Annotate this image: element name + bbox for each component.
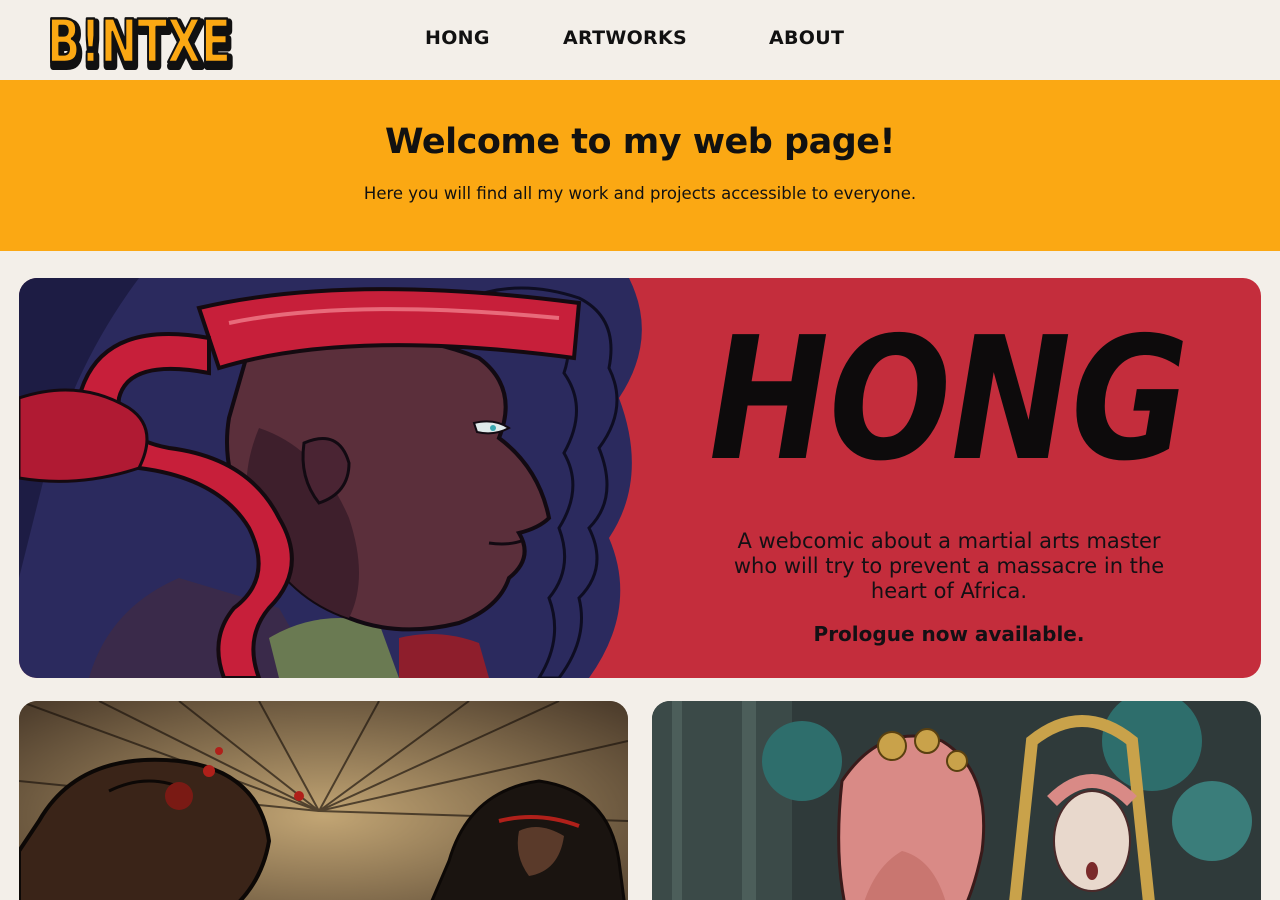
- welcome-banner: Welcome to my web page! Here you will fi…: [0, 80, 1280, 251]
- hero-cta-text: Prologue now available.: [813, 622, 1085, 646]
- welcome-title: Welcome to my web page!: [385, 122, 895, 162]
- nav-link-about[interactable]: ABOUT: [769, 27, 844, 49]
- site-header: B!NTXE B!NTXE HONG ARTWORKS ABOUT: [0, 0, 1280, 80]
- fantasy-artwork-illustration: [652, 701, 1261, 900]
- hong-wordmark-icon: HONG: [709, 308, 1189, 488]
- svg-text:HONG: HONG: [709, 308, 1189, 488]
- nav-link-hong[interactable]: HONG: [425, 27, 490, 49]
- comic-fight-illustration: [19, 701, 628, 900]
- hero-description: A webcomic about a martial arts master w…: [733, 529, 1165, 603]
- main-nav: HONG ARTWORKS ABOUT: [0, 0, 1280, 80]
- hero-text-block: A webcomic about a martial arts master w…: [719, 529, 1179, 646]
- welcome-subtitle: Here you will find all my work and proje…: [363, 184, 917, 203]
- nav-link-artworks[interactable]: ARTWORKS: [563, 27, 687, 49]
- hong-character-illustration: [19, 278, 642, 678]
- artwork-card[interactable]: [652, 701, 1261, 900]
- comic-panel-card[interactable]: [19, 701, 628, 900]
- hong-feature-card[interactable]: HONG A webcomic about a martial arts mas…: [19, 278, 1261, 678]
